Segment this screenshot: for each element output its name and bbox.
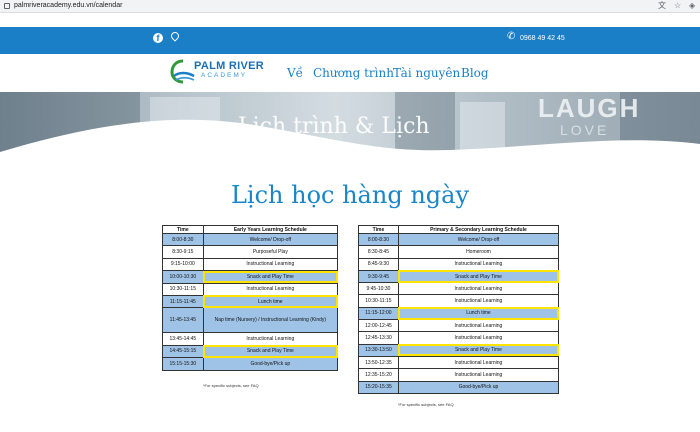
activity-cell: Good-bye/Pick up xyxy=(202,357,339,371)
hero-wave-shape xyxy=(0,119,700,176)
col-header-schedule: Primary & Secondary Learning Schedule xyxy=(397,225,560,234)
table-row: 10:30-11:15 Instructional Learning xyxy=(358,294,560,308)
activity-cell: Welcome/ Drop-off xyxy=(397,232,560,247)
address-url[interactable]: palmriveracademy.edu.vn/calendar xyxy=(14,1,122,11)
table-row: 13:50-12:35 Instructional Learning xyxy=(358,355,560,370)
time-cell: 10:00-10:30 xyxy=(162,270,204,284)
logo-text-main: PALM RIVER xyxy=(194,60,265,72)
activity-cell: Snack and Play Time xyxy=(397,343,560,357)
table-row: 11:15-11:45 Lunch time xyxy=(162,294,339,309)
activity-cell: Purposeful Play xyxy=(202,245,339,259)
activity-cell: Snack and Play Time xyxy=(202,344,339,359)
phone-number[interactable]: 0968 49 42 45 xyxy=(520,34,565,43)
site-info-icon[interactable] xyxy=(4,3,10,9)
time-cell: 11:15-12:00 xyxy=(358,306,399,321)
activity-cell: Snack and Play Time xyxy=(397,269,560,284)
table-row: 11:15-12:00 Lunch time xyxy=(358,306,560,321)
col-header-time: Time xyxy=(162,225,204,234)
time-cell: 8:30-8:45 xyxy=(358,245,399,259)
time-cell: 8:00-8:30 xyxy=(358,232,399,247)
early-years-schedule-table: Time Early Years Learning Schedule 8:00-… xyxy=(162,225,339,371)
activity-cell: Instructional Learning xyxy=(202,257,339,272)
activity-cell: Instructional Learning xyxy=(202,282,339,296)
primary-schedule-table: Time Primary & Secondary Learning Schedu… xyxy=(358,225,560,394)
activity-cell: Lunch time xyxy=(202,294,339,309)
table-row: 9:30-9:45 Snack and Play Time xyxy=(358,269,560,284)
time-cell: 15:15-15:30 xyxy=(162,357,204,371)
activity-cell: Instructional Learning xyxy=(397,368,560,382)
table-row: 13:45-14:45 Instructional Learning xyxy=(162,332,339,346)
table-row: 14:45-15:15 Snack and Play Time xyxy=(162,344,339,359)
time-cell: 8:00-8:30 xyxy=(162,232,204,247)
activity-cell: Nap time (Nursery) / Instructional Learn… xyxy=(202,307,339,334)
activity-cell: Instructional Learning xyxy=(202,332,339,346)
site-logo[interactable]: PALM RIVER ACADEMY xyxy=(170,56,264,90)
table-row: 10:00-10:30 Snack and Play Time xyxy=(162,270,339,284)
time-cell: 8:30-9:15 xyxy=(162,245,204,259)
time-cell: 10:30-11:15 xyxy=(358,294,399,308)
palm-river-logo-icon xyxy=(170,59,195,84)
location-pin-icon[interactable] xyxy=(169,30,181,42)
activity-cell: Instructional Learning xyxy=(397,282,560,296)
site-top-bar: f ✆ 0968 49 42 45 xyxy=(0,27,700,54)
col-header-schedule: Early Years Learning Schedule xyxy=(202,225,339,234)
extension-icon[interactable]: ◈ xyxy=(689,1,695,11)
page-title: Lịch học hàng ngày xyxy=(230,181,470,209)
time-cell: 11:15-11:45 xyxy=(162,294,204,309)
table-row: 11:45-13:45 Nap time (Nursery) / Instruct… xyxy=(162,307,339,334)
time-cell: 9:45-10:30 xyxy=(358,282,399,296)
activity-cell: Instructional Learning xyxy=(397,331,560,345)
activity-cell: Homeroom xyxy=(397,245,560,259)
table-row: 13:30-13:50 Snack and Play Time xyxy=(358,343,560,357)
activity-cell: Good-bye/Pick up xyxy=(397,380,560,394)
table-row: 12:35-15:20 Instructional Learning xyxy=(358,368,560,382)
time-cell: 11:45-13:45 xyxy=(162,307,204,334)
time-cell: 15:20-15:35 xyxy=(358,380,399,394)
facebook-icon[interactable]: f xyxy=(153,33,163,43)
early-years-note: *For specific subjects, see FAQ xyxy=(203,383,259,388)
table-row: 15:15-15:30 Good-bye/Pick up xyxy=(162,357,339,371)
table-row: 9:15-10:00 Instructional Learning xyxy=(162,257,339,272)
table-row: 8:45-9:30 Instructional Learning xyxy=(358,257,560,271)
table-row: 8:30-9:15 Purposeful Play xyxy=(162,245,339,259)
time-cell: 13:50-12:35 xyxy=(358,355,399,370)
time-cell: 14:45-15:15 xyxy=(162,344,204,359)
browser-address-bar: palmriveracademy.edu.vn/calendar 文 ☆ ◈ xyxy=(0,0,700,13)
time-cell: 13:45-14:45 xyxy=(162,332,204,346)
table-row: 8:00-8:30 Welcome/ Drop-off xyxy=(358,232,560,247)
table-row: 9:45-10:30 Instructional Learning xyxy=(358,282,560,296)
activity-cell: Instructional Learning xyxy=(397,257,560,271)
table-row: 12:00-12:45 Instructional Learning xyxy=(358,319,560,333)
time-cell: 9:30-9:45 xyxy=(358,269,399,284)
translate-icon[interactable]: 文 xyxy=(658,1,666,11)
table-row: 8:00-8:30 Welcome/ Drop-off xyxy=(162,232,339,247)
activity-cell: Instructional Learning xyxy=(397,294,560,308)
table-row: 10:30-11:15 Instructional Learning xyxy=(162,282,339,296)
time-cell: 8:45-9:30 xyxy=(358,257,399,271)
time-cell: 12:45-13:30 xyxy=(358,331,399,345)
col-header-time: Time xyxy=(358,225,399,234)
time-cell: 9:15-10:00 xyxy=(162,257,204,272)
time-cell: 13:30-13:50 xyxy=(358,343,399,357)
activity-cell: Instructional Learning xyxy=(397,319,560,333)
table-row: 12:45-13:30 Instructional Learning xyxy=(358,331,560,345)
phone-icon: ✆ xyxy=(507,31,516,42)
nav-blog[interactable]: Blog xyxy=(461,66,489,80)
nav-tai-nguyen[interactable]: Tài nguyên xyxy=(393,66,460,80)
nav-chuong-trinh[interactable]: Chương trình xyxy=(313,66,394,80)
activity-cell: Snack and Play Time xyxy=(202,270,339,284)
time-cell: 12:00-12:45 xyxy=(358,319,399,333)
table-row: 15:20-15:35 Good-bye/Pick up xyxy=(358,380,560,394)
time-cell: 12:35-15:20 xyxy=(358,368,399,382)
table-row: 8:30-8:45 Homeroom xyxy=(358,245,560,259)
primary-note: *For specific subjects, see FAQ xyxy=(398,402,454,407)
bookmark-star-icon[interactable]: ☆ xyxy=(674,1,681,11)
time-cell: 10:30-11:15 xyxy=(162,282,204,296)
activity-cell: Lunch time xyxy=(397,306,560,321)
activity-cell: Welcome/ Drop-off xyxy=(202,232,339,247)
activity-cell: Instructional Learning xyxy=(397,355,560,370)
logo-text-sub: ACADEMY xyxy=(201,72,248,79)
nav-ve[interactable]: Về xyxy=(287,66,303,80)
hero-banner: LAUGH LOVE Lịch trình & Lịch xyxy=(0,92,700,176)
